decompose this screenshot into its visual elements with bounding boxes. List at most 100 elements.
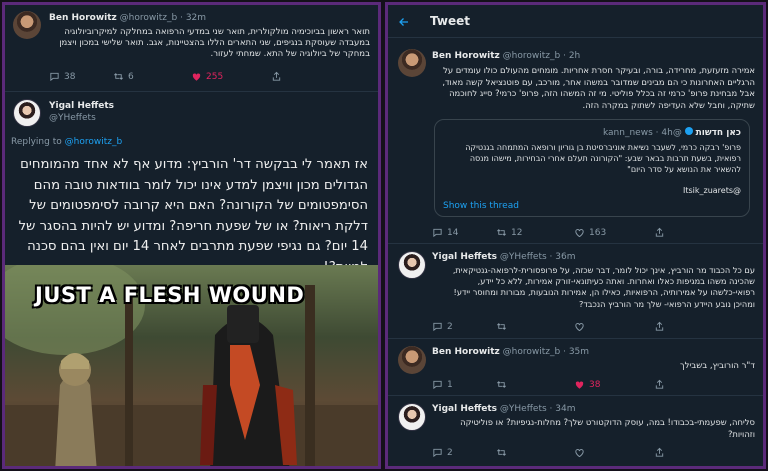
quoted-tweet-header: כאן חדשות @kann_news · 4h <box>602 127 741 138</box>
tweet-actions: 14 12 163 <box>432 227 665 238</box>
divider <box>388 338 763 339</box>
tweet-text: סליחה, שפעמתי-בכבודו! במה, עוסק הדוקטורט… <box>460 417 755 439</box>
meme-image[interactable]: JUST A FLESH WOUND <box>5 265 378 466</box>
retweet-icon <box>496 447 507 458</box>
share-button[interactable] <box>654 379 665 390</box>
author-handle[interactable]: @YHeffets <box>500 252 547 262</box>
tweet-header: Ben Horowitz @horowitz_b · 35m <box>432 347 590 357</box>
tweet-reply-ben[interactable]: Ben Horowitz @horowitz_b · 35m ד"ר הורוב… <box>388 340 763 394</box>
divider <box>388 37 763 38</box>
avatar[interactable] <box>13 11 41 39</box>
avatar[interactable] <box>398 346 426 374</box>
like-button[interactable]: 38 <box>574 379 654 390</box>
tweet-time[interactable]: 36m <box>555 252 575 262</box>
tweet-ben-horowitz[interactable]: Ben Horowitz @horowitz_b · 32m תואר ראשו… <box>5 5 378 91</box>
reply-count: 14 <box>447 227 459 238</box>
divider <box>388 395 763 396</box>
share-button[interactable] <box>654 227 665 238</box>
tweet-header: Yigal Heffets @YHeffets <box>49 101 114 123</box>
retweet-count: 6 <box>128 71 134 82</box>
tweet-ben-horowitz-main[interactable]: Ben Horowitz @horowitz_b · 2h אמירה מזעז… <box>388 41 763 241</box>
tweet-actions: 38 6 255 <box>49 71 282 82</box>
meme-caption: JUST A FLESH WOUND <box>35 283 305 307</box>
heart-filled-icon <box>191 71 202 82</box>
reply-button[interactable]: 2 <box>432 321 496 332</box>
share-button[interactable] <box>271 71 282 82</box>
author-handle[interactable]: @horowitz_b <box>120 13 178 23</box>
reply-button[interactable]: 2 <box>432 447 496 458</box>
divider <box>388 243 763 244</box>
reply-count: 1 <box>447 379 453 390</box>
avatar[interactable] <box>398 251 426 279</box>
reply-icon <box>49 71 60 82</box>
avatar[interactable] <box>398 403 426 431</box>
share-button[interactable] <box>654 321 665 332</box>
tweet-actions: 1 38 <box>432 379 665 390</box>
right-screenshot-panel: Tweet Ben Horowitz @horowitz_b · 2h אמיר… <box>385 2 766 469</box>
verified-badge-icon <box>684 127 693 135</box>
author-name[interactable]: Yigal Heffets <box>49 101 114 111</box>
retweet-count: 12 <box>511 227 523 238</box>
show-thread-link[interactable]: Show this thread <box>443 201 519 211</box>
reply-count: 2 <box>447 447 453 458</box>
quoted-tweet-credit[interactable]: @Itsik_zuarets <box>443 186 741 195</box>
like-button[interactable] <box>574 321 654 332</box>
tweet-reply-yigal-1[interactable]: Yigal Heffets @YHeffets · 36m עם כל הכבו… <box>388 245 763 337</box>
tweet-time[interactable]: 35m <box>569 347 589 357</box>
tweet-time[interactable]: 32m <box>186 13 206 23</box>
author-handle[interactable]: @horowitz_b <box>503 347 561 357</box>
author-name[interactable]: Yigal Heffets <box>432 404 497 414</box>
quoted-tweet-text: פרופ' רבקה כרמי, לשעבר נשיאת אוניברסיטת … <box>465 143 741 174</box>
tweet-header: Yigal Heffets @YHeffets · 34m <box>432 404 576 414</box>
reply-button[interactable]: 14 <box>432 227 496 238</box>
quoted-tweet[interactable]: כאן חדשות @kann_news · 4h פרופ' רבקה כרמ… <box>434 119 750 217</box>
retweet-icon <box>496 379 507 390</box>
quoted-tweet-time[interactable]: 4h <box>661 128 672 138</box>
tweet-text: אמירה מזעזעת, מחרידה, בורה, ובעיקר חסרת … <box>442 65 755 110</box>
tweet-text: תואר ראשון בביוכימיה מולקולרית, תואר שני… <box>59 27 370 59</box>
replying-to: Replying to @horowitz_b <box>11 137 122 147</box>
heart-icon <box>574 321 585 332</box>
replying-to-handle[interactable]: @horowitz_b <box>65 137 123 147</box>
share-button[interactable] <box>654 447 665 458</box>
tweet-reply-yigal-2[interactable]: Yigal Heffets @YHeffets · 34m סליחה, שפע… <box>388 397 763 467</box>
avatar[interactable] <box>398 49 426 77</box>
author-name[interactable]: Ben Horowitz <box>432 51 500 61</box>
retweet-button[interactable]: 12 <box>496 227 574 238</box>
tweet-actions: 2 <box>432 321 665 332</box>
author-name[interactable]: Yigal Heffets <box>432 252 497 262</box>
back-arrow-icon[interactable] <box>398 16 410 28</box>
like-button[interactable] <box>574 447 654 458</box>
like-count: 163 <box>589 227 607 238</box>
retweet-button[interactable] <box>496 379 574 390</box>
author-handle[interactable]: @YHeffets <box>49 113 114 123</box>
reply-icon <box>432 321 443 332</box>
quoted-author-name[interactable]: כאן חדשות <box>696 128 741 138</box>
retweet-button[interactable]: 6 <box>113 71 191 82</box>
author-name[interactable]: Ben Horowitz <box>432 347 500 357</box>
like-button[interactable]: 163 <box>574 227 654 238</box>
tweet-time[interactable]: 2h <box>569 51 580 61</box>
tweet-yigal-heffets[interactable]: Yigal Heffets @YHeffets Replying to @hor… <box>5 93 378 275</box>
heart-icon <box>574 447 585 458</box>
left-screenshot-panel: Ben Horowitz @horowitz_b · 32m תואר ראשו… <box>2 2 381 469</box>
reply-button[interactable]: 1 <box>432 379 496 390</box>
page-title: Tweet <box>430 14 470 28</box>
like-button[interactable]: 255 <box>191 71 271 82</box>
reply-icon <box>432 227 443 238</box>
reply-button[interactable]: 38 <box>49 71 113 82</box>
retweet-button[interactable] <box>496 447 574 458</box>
reply-count: 38 <box>64 71 76 82</box>
tweet-time[interactable]: 34m <box>555 404 575 414</box>
author-handle[interactable]: @horowitz_b <box>503 51 561 61</box>
avatar[interactable] <box>13 99 41 127</box>
author-name[interactable]: Ben Horowitz <box>49 13 117 23</box>
share-icon <box>654 379 665 390</box>
retweet-button[interactable] <box>496 321 574 332</box>
author-handle[interactable]: @YHeffets <box>500 404 547 414</box>
tweet-text: ד"ר הורוביץ, בשבילך <box>680 361 755 371</box>
divider <box>5 91 378 92</box>
tweet-header: Ben Horowitz @horowitz_b · 32m <box>49 13 207 23</box>
share-icon <box>654 447 665 458</box>
tweet-header: Ben Horowitz @horowitz_b · 2h <box>432 51 581 61</box>
